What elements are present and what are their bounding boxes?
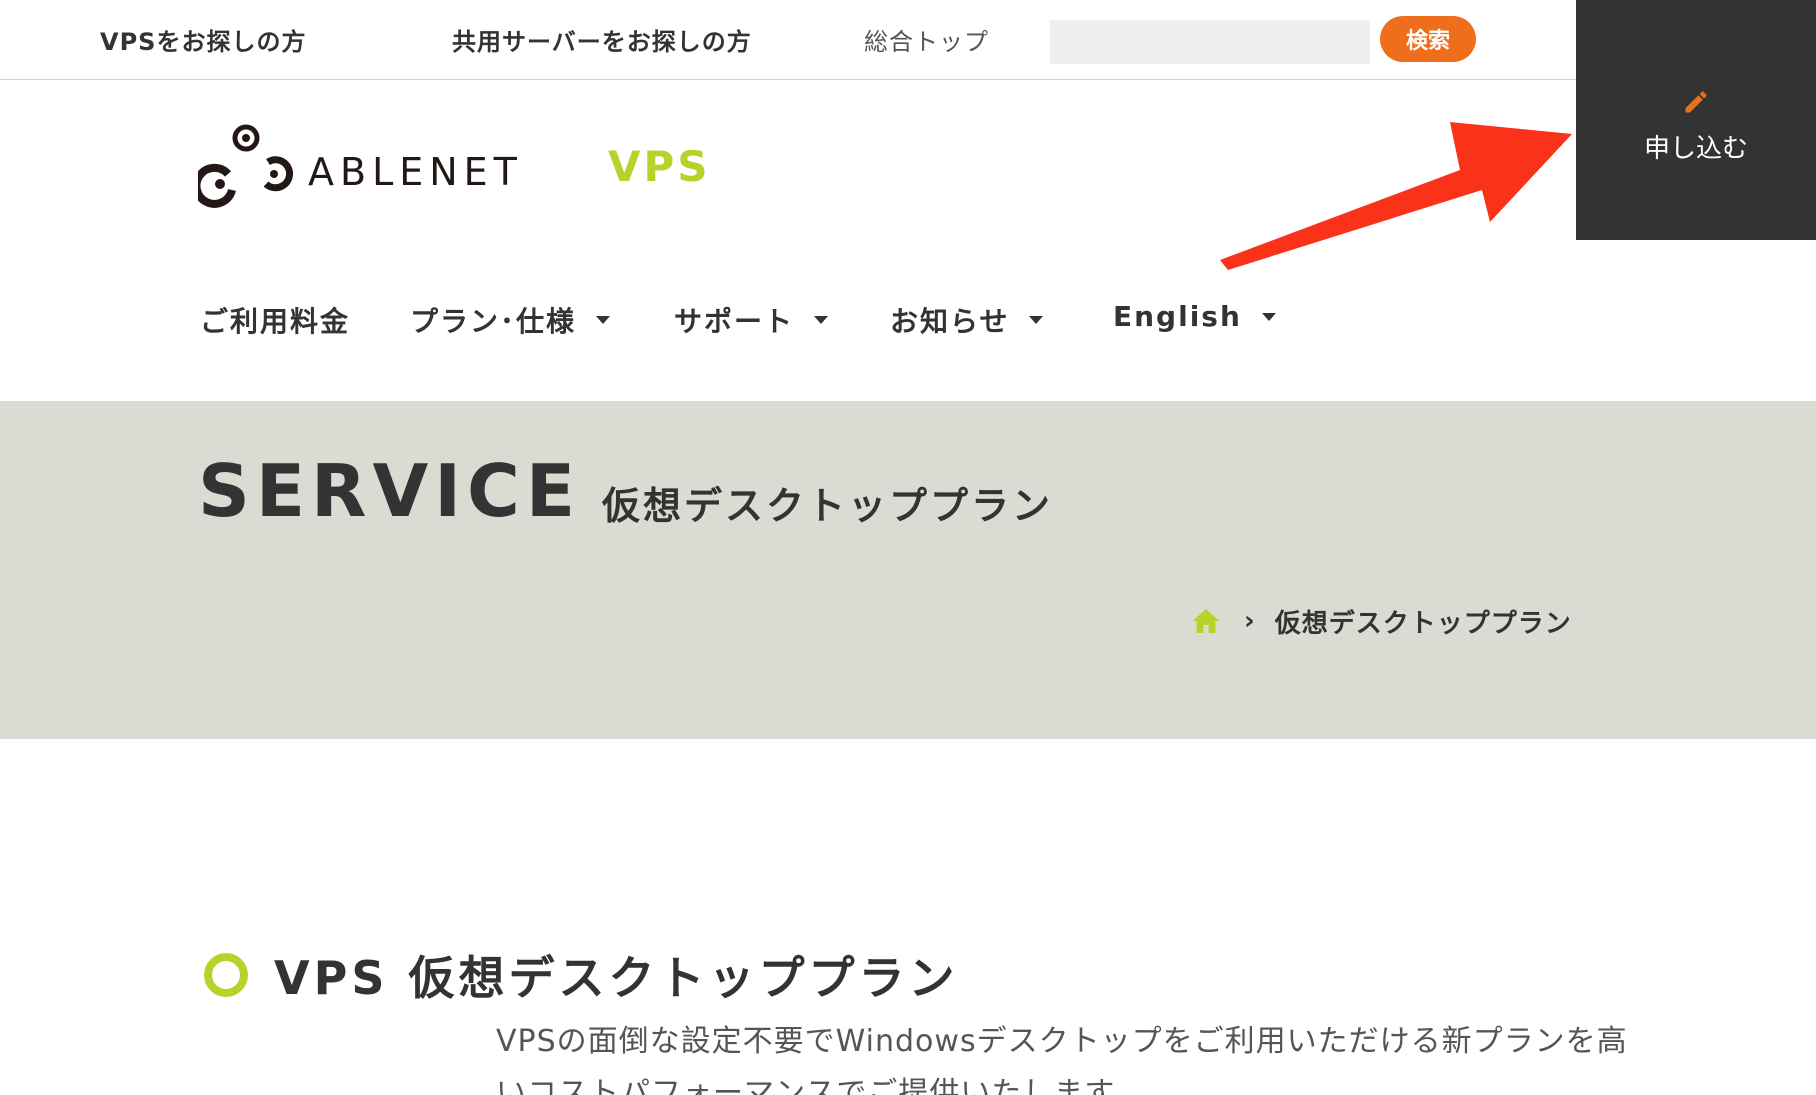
home-icon[interactable] — [1190, 606, 1222, 636]
logo-wordmark: ABLENET — [308, 150, 523, 194]
search-input[interactable] — [1050, 20, 1370, 64]
annotation-arrow-icon — [1220, 122, 1572, 270]
hero-title: SERVICE — [198, 449, 582, 533]
main-navigation: ご利用料金 プラン･仕様 サポート お知らせ English — [200, 300, 1400, 344]
ring-bullet-icon — [204, 953, 248, 997]
nav-label: ご利用料金 — [200, 305, 351, 338]
caret-down-icon — [596, 316, 611, 324]
nav-support[interactable]: サポート — [674, 300, 829, 340]
nav-plans[interactable]: プラン･仕様 — [410, 300, 611, 340]
nav-news[interactable]: お知らせ — [890, 300, 1044, 340]
breadcrumb-separator: › — [1244, 606, 1255, 636]
section-title: VPS 仮想デスクトッププラン — [274, 951, 959, 1005]
hero-subtitle: 仮想デスクトッププラン — [602, 484, 1054, 528]
top-utility-bar: VPSをお探しの方 共用サーバーをお探しの方 総合トップ 検索 — [0, 0, 1816, 80]
apply-label: 申し込む — [1643, 134, 1748, 164]
toplink-shared-server-seekers[interactable]: 共用サーバーをお探しの方 — [452, 22, 752, 57]
search-button[interactable]: 検索 — [1380, 16, 1476, 62]
breadcrumb: › 仮想デスクトッププラン — [1190, 603, 1572, 639]
nav-label: サポート — [674, 305, 795, 338]
caret-down-icon — [1261, 312, 1276, 321]
section-description: VPSの面倒な設定不要でWindowsデスクトップをご利用いただける新プランを高… — [496, 1024, 1628, 1095]
page-hero: SERVICE 仮想デスクトッププラン › 仮想デスクトッププラン — [0, 401, 1816, 739]
caret-down-icon — [814, 316, 829, 324]
toplink-vps-seekers[interactable]: VPSをお探しの方 — [100, 22, 306, 57]
nav-english[interactable]: English — [1113, 300, 1276, 333]
caret-down-icon — [1029, 316, 1044, 324]
ablenet-vps-logo[interactable]: ABLENET VPS — [198, 122, 718, 212]
apply-button[interactable]: 申し込む — [1576, 0, 1816, 240]
nav-label: お知らせ — [890, 305, 1010, 338]
logo-product: VPS — [608, 142, 711, 191]
pencil-icon — [1685, 91, 1707, 113]
ablenet-mark-icon — [198, 124, 294, 208]
breadcrumb-current: 仮想デスクトッププラン — [1274, 608, 1572, 639]
nav-label: プラン･仕様 — [410, 305, 577, 338]
toplink-main-top[interactable]: 総合トップ — [864, 22, 989, 57]
section-heading: VPS 仮想デスクトッププラン — [204, 942, 958, 1008]
nav-label: English — [1113, 300, 1242, 333]
nav-pricing[interactable]: ご利用料金 — [200, 300, 350, 340]
